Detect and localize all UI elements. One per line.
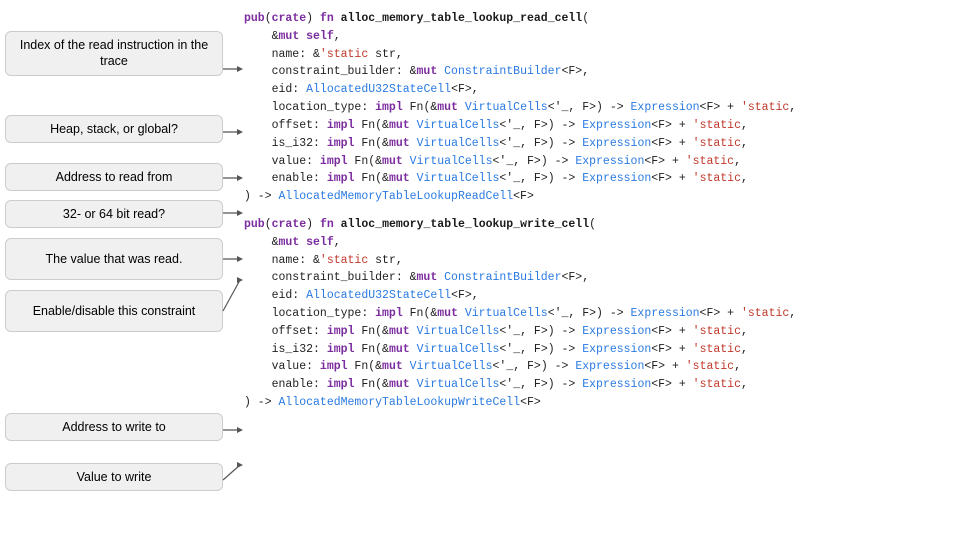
code-line-20: value: impl Fn(&mut VirtualCells<'_, F>)… (244, 358, 946, 376)
code-line-14: name: &'static str, (244, 252, 946, 270)
annotation-write-val: Value to write (5, 463, 223, 491)
section-gap (244, 206, 946, 216)
code-line-12: pub(crate) fn alloc_memory_table_lookup_… (244, 216, 946, 234)
code-line-5: eid: AllocatedU32StateCell<F>, (244, 81, 946, 99)
code-panel: pub(crate) fn alloc_memory_table_lookup_… (230, 0, 960, 540)
code-line-11: ) -> AllocatedMemoryTableLookupReadCell<… (244, 188, 946, 206)
code-line-13: &mut self, (244, 234, 946, 252)
code-line-22: ) -> AllocatedMemoryTableLookupWriteCell… (244, 394, 946, 412)
code-line-4: constraint_builder: &mut ConstraintBuild… (244, 63, 946, 81)
code-line-8: is_i32: impl Fn(&mut VirtualCells<'_, F>… (244, 135, 946, 153)
annotation-value-read: The value that was read. (5, 238, 223, 280)
main-container: Index of the read instruction in the tra… (0, 0, 960, 540)
code-line-2: &mut self, (244, 28, 946, 46)
code-line-17: location_type: impl Fn(&mut VirtualCells… (244, 305, 946, 323)
code-line-15: constraint_builder: &mut ConstraintBuild… (244, 269, 946, 287)
code-line-7: offset: impl Fn(&mut VirtualCells<'_, F>… (244, 117, 946, 135)
annotations-panel: Index of the read instruction in the tra… (0, 0, 230, 540)
annotation-bit-read: 32- or 64 bit read? (5, 200, 223, 228)
code-line-3: name: &'static str, (244, 46, 946, 64)
code-line-21: enable: impl Fn(&mut VirtualCells<'_, F>… (244, 376, 946, 394)
code-line-10: enable: impl Fn(&mut VirtualCells<'_, F>… (244, 170, 946, 188)
code-line-6: location_type: impl Fn(&mut VirtualCells… (244, 99, 946, 117)
code-line-1: pub(crate) fn alloc_memory_table_lookup_… (244, 10, 946, 28)
code-line-18: offset: impl Fn(&mut VirtualCells<'_, F>… (244, 323, 946, 341)
annotation-enable: Enable/disable this constraint (5, 290, 223, 332)
code-line-16: eid: AllocatedU32StateCell<F>, (244, 287, 946, 305)
annotation-write-addr: Address to write to (5, 413, 223, 441)
code-line-9: value: impl Fn(&mut VirtualCells<'_, F>)… (244, 153, 946, 171)
code-line-19: is_i32: impl Fn(&mut VirtualCells<'_, F>… (244, 341, 946, 359)
annotation-read-addr: Address to read from (5, 163, 223, 191)
annotation-heap-stack: Heap, stack, or global? (5, 115, 223, 143)
annotation-read-index: Index of the read instruction in the tra… (5, 31, 223, 76)
